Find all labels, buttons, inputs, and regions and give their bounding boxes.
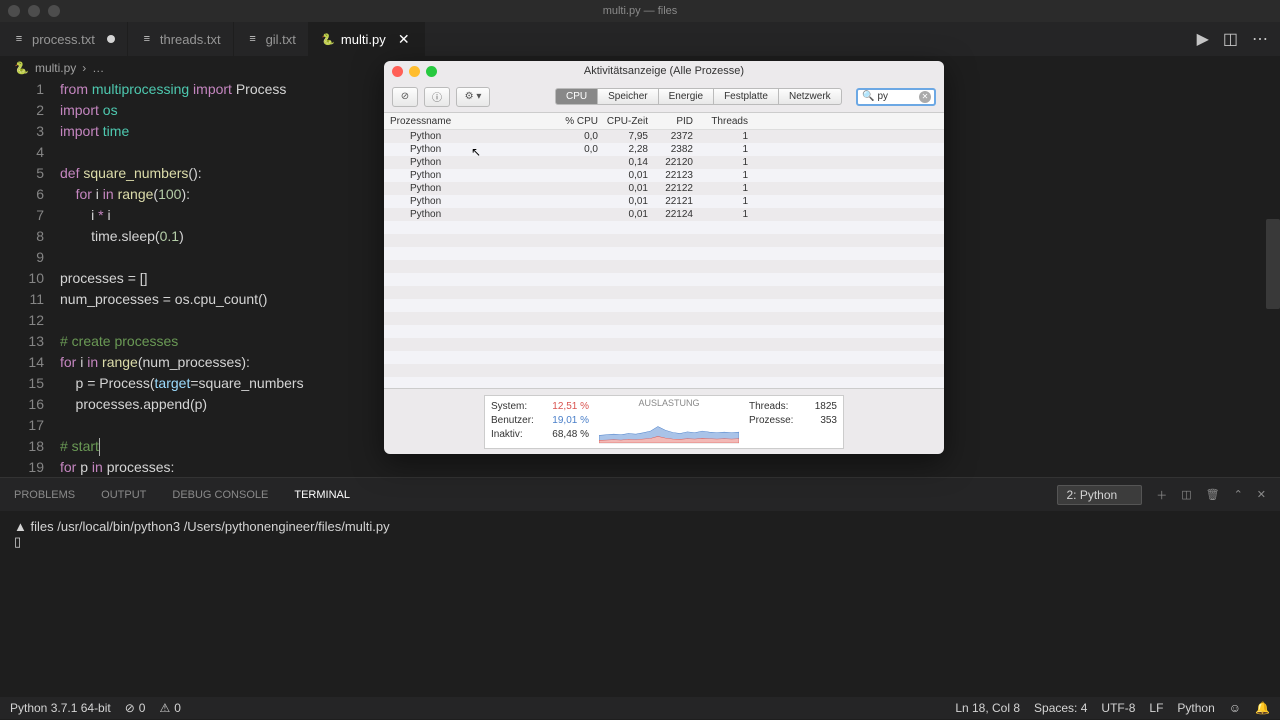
activity-window-controls	[392, 66, 437, 77]
tab-bar: ≡ process.txt ≡ threads.txt ≡ gil.txt 🐍 multi.p…	[0, 22, 1280, 57]
activity-monitor-window[interactable]: Aktivitätsanzeige (Alle Prozesse) ⊘ ⓘ ⚙ …	[384, 61, 944, 454]
file-icon: ≡	[12, 32, 26, 46]
notifications-icon[interactable]: 🔔	[1255, 701, 1270, 715]
status-language[interactable]: Python	[1177, 701, 1214, 715]
maximize-panel-icon[interactable]: ⌃	[1234, 488, 1243, 501]
file-icon: ≡	[140, 32, 154, 46]
settings-button[interactable]: ⚙ ▾	[456, 87, 490, 107]
close-icon[interactable]	[8, 5, 20, 17]
process-row[interactable]: Python0,01221241	[384, 208, 944, 221]
mouse-cursor-icon: ↖	[471, 145, 481, 159]
process-row[interactable]: Python0,01221221	[384, 182, 944, 195]
python-icon: 🐍	[14, 61, 29, 75]
header-pid[interactable]: PID	[654, 116, 699, 127]
search-icon: 🔍	[862, 91, 874, 102]
prompt-icon: ▲	[14, 519, 27, 534]
minimize-icon[interactable]	[409, 66, 420, 77]
breadcrumb-file: multi.py	[35, 61, 76, 75]
activity-headers[interactable]: Prozessname % CPU CPU-Zeit PID Threads	[384, 113, 944, 130]
info-button[interactable]: ⓘ	[424, 87, 450, 107]
tab-label: threads.txt	[160, 32, 221, 47]
stop-process-button[interactable]: ⊘	[392, 87, 418, 107]
terminal[interactable]: ▲ files /usr/local/bin/python3 /Users/py…	[0, 511, 1280, 697]
run-icon[interactable]: ▶	[1197, 29, 1209, 49]
tab-process-txt[interactable]: ≡ process.txt	[0, 22, 128, 56]
activity-titlebar[interactable]: Aktivitätsanzeige (Alle Prozesse)	[384, 61, 944, 81]
split-editor-icon[interactable]: ◫	[1223, 29, 1238, 49]
new-terminal-icon[interactable]: ＋	[1156, 487, 1167, 503]
window-title: multi.py — files	[603, 5, 678, 17]
tab-problems[interactable]: PROBLEMS	[14, 489, 75, 501]
window-controls	[8, 5, 60, 17]
close-tab-icon[interactable]: ✕	[396, 31, 412, 47]
tab-terminal[interactable]: TERMINAL	[294, 489, 350, 501]
file-icon: 🐍	[321, 32, 335, 46]
cpu-chart: AUSLASTUNG	[595, 396, 743, 448]
tab-label: process.txt	[32, 32, 95, 47]
header-cpu[interactable]: % CPU	[554, 116, 604, 127]
status-python-version[interactable]: Python 3.7.1 64-bit	[10, 701, 111, 715]
header-cputime[interactable]: CPU-Zeit	[604, 116, 654, 127]
status-spaces[interactable]: Spaces: 4	[1034, 701, 1087, 715]
statusbar: Python 3.7.1 64-bit ⊘0 ⚠0 Ln 18, Col 8 S…	[0, 697, 1280, 719]
activity-title: Aktivitätsanzeige (Alle Prozesse)	[584, 65, 744, 77]
tab-debug[interactable]: DEBUG CONSOLE	[172, 489, 268, 501]
clear-search-icon[interactable]: ✕	[919, 91, 931, 103]
split-terminal-icon[interactable]: ◫	[1181, 488, 1191, 501]
search-text: py	[877, 91, 888, 102]
maximize-icon[interactable]	[426, 66, 437, 77]
warning-icon: ⚠	[159, 701, 170, 715]
close-panel-icon[interactable]: ✕	[1257, 488, 1266, 501]
status-encoding[interactable]: UTF-8	[1101, 701, 1135, 715]
segment-netzwerk[interactable]: Netzwerk	[778, 88, 842, 105]
header-processname[interactable]: Prozessname	[384, 116, 554, 127]
feedback-icon[interactable]: ☺	[1229, 701, 1241, 715]
process-list[interactable]: Python0,07,9523721Python0,02,2823821Pyth…	[384, 130, 944, 388]
more-icon[interactable]: ⋯	[1252, 29, 1268, 49]
segment-festplatte[interactable]: Festplatte	[713, 88, 779, 105]
tab-threads-txt[interactable]: ≡ threads.txt	[128, 22, 234, 56]
activity-footer: System:12,51 % Benutzer:19,01 % Inaktiv:…	[384, 388, 944, 454]
process-row[interactable]: Python0,02,2823821	[384, 143, 944, 156]
tab-gil-txt[interactable]: ≡ gil.txt	[234, 22, 309, 56]
activity-tab-segments: CPUSpeicherEnergieFestplatteNetzwerk	[556, 88, 842, 105]
search-input[interactable]: 🔍 py ✕	[856, 88, 936, 106]
status-errors[interactable]: ⊘0	[125, 701, 146, 715]
status-cursor[interactable]: Ln 18, Col 8	[955, 701, 1020, 715]
process-row[interactable]: Python0,01221211	[384, 195, 944, 208]
line-numbers: 12345678910111213141516171819	[0, 79, 60, 477]
minimize-icon[interactable]	[28, 5, 40, 17]
status-eol[interactable]: LF	[1149, 701, 1163, 715]
panel-tabs: PROBLEMS OUTPUT DEBUG CONSOLE TERMINAL 2…	[0, 477, 1280, 511]
terminal-cursor: ▯	[14, 534, 1266, 550]
breadcrumb-separator: ›	[82, 61, 86, 75]
segment-energie[interactable]: Energie	[658, 88, 714, 105]
modified-dot-icon	[107, 35, 115, 43]
kill-terminal-icon[interactable]: 🗑	[1206, 488, 1220, 501]
tab-multi-py[interactable]: 🐍 multi.py ✕	[309, 22, 425, 56]
macos-titlebar: multi.py — files	[0, 0, 1280, 22]
process-row[interactable]: Python0,14221201	[384, 156, 944, 169]
file-icon: ≡	[246, 32, 260, 46]
segment-speicher[interactable]: Speicher	[597, 88, 658, 105]
scrollbar-thumb[interactable]	[1266, 219, 1280, 309]
cpu-stats-left: System:12,51 % Benutzer:19,01 % Inaktiv:…	[485, 396, 595, 448]
activity-toolbar: ⊘ ⓘ ⚙ ▾ CPUSpeicherEnergieFestplatteNetz…	[384, 81, 944, 113]
segment-cpu[interactable]: CPU	[555, 88, 598, 105]
tab-output[interactable]: OUTPUT	[101, 489, 146, 501]
tab-label: multi.py	[341, 32, 386, 47]
process-row[interactable]: Python0,01221231	[384, 169, 944, 182]
tab-label: gil.txt	[266, 32, 296, 47]
error-icon: ⊘	[125, 701, 135, 715]
editor-actions: ▶ ◫ ⋯	[1197, 22, 1280, 56]
close-icon[interactable]	[392, 66, 403, 77]
process-row[interactable]: Python0,07,9523721	[384, 130, 944, 143]
header-threads[interactable]: Threads	[699, 116, 754, 127]
maximize-icon[interactable]	[48, 5, 60, 17]
terminal-line: files /usr/local/bin/python3 /Users/pyth…	[31, 519, 390, 534]
terminal-select[interactable]: 2: Python	[1057, 485, 1142, 505]
cpu-stats-right: Threads:1825 Prozesse:353	[743, 396, 843, 448]
status-warnings[interactable]: ⚠0	[159, 701, 180, 715]
breadcrumb-more: …	[92, 61, 104, 75]
